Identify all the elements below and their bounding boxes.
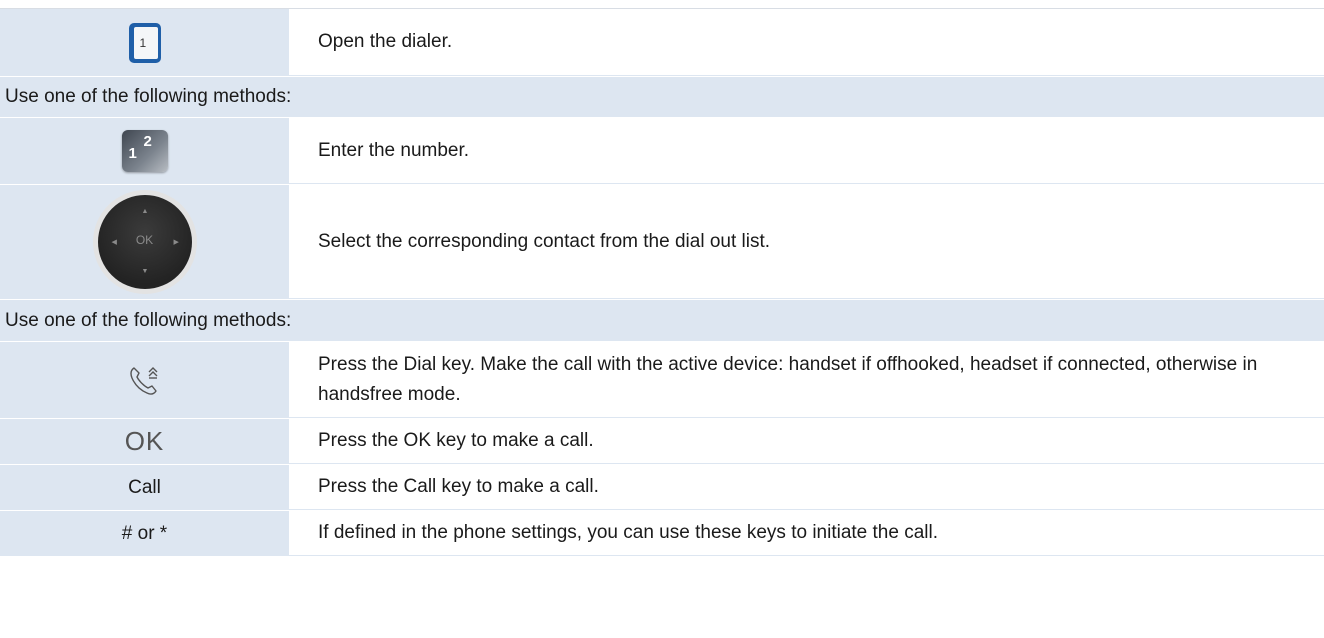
- key-cell: # or *: [0, 511, 289, 556]
- step-text: Press the Call key to make a call.: [289, 465, 1324, 510]
- step-text: Press the Dial key. Make the call with t…: [289, 342, 1324, 418]
- key-cell: 1 2: [0, 118, 289, 184]
- navigator-icon: ▲ ▼ ◀ ▶ OK: [92, 190, 197, 294]
- step-text: Open the dialer.: [289, 9, 1324, 76]
- dialer-icon: 1: [128, 22, 161, 63]
- navigator-disc: ▲ ▼ ◀ ▶ OK: [97, 195, 192, 289]
- section-header: Use one of the following methods:: [0, 77, 1324, 118]
- call-key-label: Call: [128, 476, 161, 498]
- step-text: Enter the number.: [289, 118, 1324, 184]
- step-text: Press the OK key to make a call.: [289, 419, 1324, 464]
- ok-key-label: OK: [124, 426, 165, 456]
- step-text: Select the corresponding contact from th…: [289, 185, 1324, 299]
- table-row: 1 2 Enter the number.: [0, 118, 1324, 185]
- key-cell: Call: [0, 465, 289, 510]
- section-header: Use one of the following methods:: [0, 300, 1324, 342]
- hash-star-key-label: # or *: [121, 522, 168, 544]
- keypad-digit: 1: [128, 145, 137, 162]
- dialer-digit: 1: [133, 26, 158, 59]
- key-cell: [0, 342, 289, 418]
- table-row: # or * If defined in the phone settings,…: [0, 511, 1324, 557]
- arrow-up-icon: ▲: [141, 208, 149, 215]
- arrow-down-icon: ▼: [141, 268, 149, 275]
- key-cell: ▲ ▼ ◀ ▶ OK: [0, 185, 289, 299]
- navigator-ok-label: OK: [135, 233, 154, 247]
- key-cell: 1: [0, 9, 289, 76]
- table-row: Call Press the Call key to make a call.: [0, 465, 1324, 511]
- table-row: 1 Open the dialer.: [0, 9, 1324, 77]
- step-text: If defined in the phone settings, you ca…: [289, 511, 1324, 556]
- table-row: Press the Dial key. Make the call with t…: [0, 342, 1324, 419]
- table-row: OK Press the OK key to make a call.: [0, 419, 1324, 465]
- dial-key-icon: [129, 367, 157, 395]
- keypad-digit: 2: [143, 133, 152, 150]
- instructions-table: 1 Open the dialer. Use one of the follow…: [0, 8, 1324, 557]
- table-row: ▲ ▼ ◀ ▶ OK Select the corresponding cont…: [0, 185, 1324, 300]
- key-cell: OK: [0, 419, 289, 464]
- keypad-icon: 1 2: [121, 130, 168, 172]
